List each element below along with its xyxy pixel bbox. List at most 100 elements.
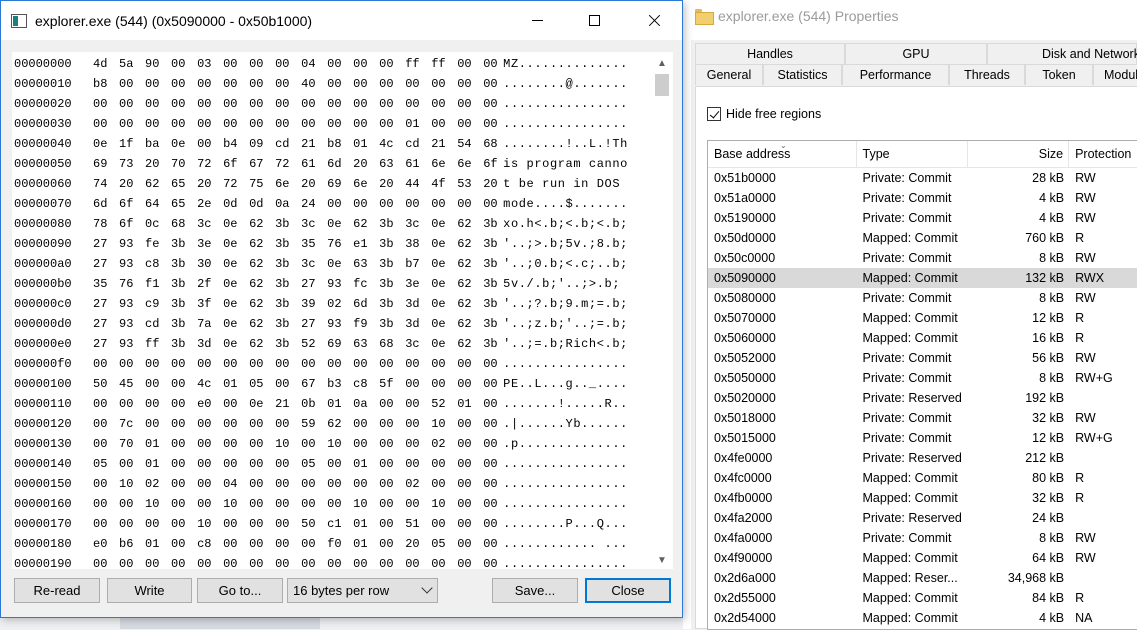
- region-row[interactable]: 0x5090000 Mapped: Commit 132 kB RWX: [708, 268, 1137, 288]
- hex-byte[interactable]: 3b: [483, 297, 499, 311]
- hex-byte[interactable]: 3d: [197, 337, 213, 351]
- hex-byte[interactable]: 3b: [275, 337, 291, 351]
- hex-byte[interactable]: 76: [327, 237, 343, 251]
- hex-byte[interactable]: 00: [405, 437, 421, 451]
- hex-byte[interactable]: 00: [483, 557, 499, 569]
- hex-byte[interactable]: 10: [353, 497, 369, 511]
- hex-byte[interactable]: 1f: [119, 137, 135, 151]
- hex-byte[interactable]: 74: [93, 177, 109, 191]
- hex-byte[interactable]: 00: [379, 57, 395, 71]
- hex-byte[interactable]: 10: [145, 497, 161, 511]
- hex-byte[interactable]: 00: [483, 417, 499, 431]
- hex-byte[interactable]: c8: [353, 377, 369, 391]
- hex-byte[interactable]: 00: [93, 97, 109, 111]
- hex-byte[interactable]: b8: [327, 137, 343, 151]
- hex-byte[interactable]: 3c: [301, 217, 317, 231]
- hex-byte[interactable]: 61: [301, 157, 317, 171]
- hex-byte[interactable]: 00: [379, 437, 395, 451]
- hex-byte[interactable]: 62: [249, 277, 265, 291]
- hex-byte[interactable]: 93: [119, 297, 135, 311]
- hex-byte[interactable]: 10: [431, 497, 447, 511]
- hex-byte[interactable]: 0b: [301, 397, 317, 411]
- hex-byte[interactable]: 00: [457, 197, 473, 211]
- hex-byte[interactable]: 00: [431, 457, 447, 471]
- hex-byte[interactable]: 00: [275, 57, 291, 71]
- bytes-per-row-select[interactable]: 16 bytes per row: [287, 578, 438, 603]
- hex-byte[interactable]: 00: [379, 457, 395, 471]
- hex-byte[interactable]: 00: [301, 497, 317, 511]
- reread-button[interactable]: Re-read: [14, 578, 100, 603]
- hex-byte[interactable]: 00: [197, 557, 213, 569]
- hex-byte[interactable]: 62: [457, 237, 473, 251]
- hex-byte[interactable]: 04: [223, 477, 239, 491]
- hex-byte[interactable]: 00: [379, 197, 395, 211]
- maximize-button[interactable]: [571, 1, 617, 40]
- hex-byte[interactable]: 93: [327, 277, 343, 291]
- hex-byte[interactable]: 00: [197, 497, 213, 511]
- hex-byte[interactable]: 00: [275, 97, 291, 111]
- vertical-scrollbar[interactable]: ▲ ▼: [651, 52, 673, 569]
- tab-performance[interactable]: Performance: [842, 64, 949, 85]
- hex-byte[interactable]: 69: [93, 157, 109, 171]
- hex-byte[interactable]: 3b: [171, 297, 187, 311]
- hex-byte[interactable]: 3b: [171, 277, 187, 291]
- hex-byte[interactable]: 93: [119, 237, 135, 251]
- hex-byte[interactable]: 00: [223, 357, 239, 371]
- hex-byte[interactable]: 62: [353, 217, 369, 231]
- hex-byte[interactable]: 00: [405, 497, 421, 511]
- hex-byte[interactable]: 00: [483, 357, 499, 371]
- hex-byte[interactable]: 50: [93, 377, 109, 391]
- hex-byte[interactable]: 5f: [379, 377, 395, 391]
- hex-byte[interactable]: 00: [223, 557, 239, 569]
- hex-byte[interactable]: 00: [249, 457, 265, 471]
- hex-byte[interactable]: 70: [119, 437, 135, 451]
- hex-byte[interactable]: 69: [327, 177, 343, 191]
- hex-byte[interactable]: 73: [119, 157, 135, 171]
- hex-byte[interactable]: 00: [275, 537, 291, 551]
- hex-byte[interactable]: 62: [457, 337, 473, 351]
- hex-byte[interactable]: 00: [171, 477, 187, 491]
- hex-byte[interactable]: 00: [353, 557, 369, 569]
- hex-byte[interactable]: 00: [327, 557, 343, 569]
- hex-byte[interactable]: 00: [431, 557, 447, 569]
- region-row[interactable]: 0x4fa2000 Private: Reserved 24 kB: [708, 508, 1137, 528]
- hex-byte[interactable]: 00: [119, 117, 135, 131]
- hex-byte[interactable]: 3e: [405, 277, 421, 291]
- hex-byte[interactable]: 00: [301, 537, 317, 551]
- hex-byte[interactable]: 00: [275, 557, 291, 569]
- hex-byte[interactable]: 0e: [431, 237, 447, 251]
- hex-byte[interactable]: c8: [145, 257, 161, 271]
- hex-byte[interactable]: 01: [353, 517, 369, 531]
- hex-byte[interactable]: 00: [379, 97, 395, 111]
- hex-byte[interactable]: 00: [171, 357, 187, 371]
- hex-byte[interactable]: 01: [353, 137, 369, 151]
- hex-byte[interactable]: 3b: [379, 277, 395, 291]
- hex-byte[interactable]: 03: [197, 57, 213, 71]
- hex-byte[interactable]: 00: [327, 457, 343, 471]
- hex-byte[interactable]: 62: [457, 217, 473, 231]
- hex-byte[interactable]: 3b: [483, 317, 499, 331]
- hex-byte[interactable]: 00: [301, 477, 317, 491]
- hex-byte[interactable]: 02: [405, 477, 421, 491]
- hex-byte[interactable]: 05: [93, 457, 109, 471]
- hex-byte[interactable]: 10: [197, 517, 213, 531]
- hex-byte[interactable]: 0e: [171, 137, 187, 151]
- hex-byte[interactable]: 6e: [353, 177, 369, 191]
- hex-byte[interactable]: 00: [353, 77, 369, 91]
- hex-byte[interactable]: 00: [145, 117, 161, 131]
- hex-byte[interactable]: 00: [93, 417, 109, 431]
- hex-byte[interactable]: 0e: [223, 237, 239, 251]
- hex-byte[interactable]: 00: [145, 377, 161, 391]
- hex-byte[interactable]: 6e: [431, 157, 447, 171]
- hex-byte[interactable]: 00: [119, 97, 135, 111]
- hex-byte[interactable]: 00: [275, 497, 291, 511]
- hex-byte[interactable]: 67: [249, 157, 265, 171]
- hex-byte[interactable]: 01: [405, 117, 421, 131]
- hex-byte[interactable]: 00: [171, 517, 187, 531]
- hex-byte[interactable]: 10: [275, 437, 291, 451]
- hex-byte[interactable]: 6f: [119, 217, 135, 231]
- hex-byte[interactable]: 00: [457, 117, 473, 131]
- hex-byte[interactable]: ba: [145, 137, 161, 151]
- hex-byte[interactable]: 20: [379, 177, 395, 191]
- hex-byte[interactable]: 10: [119, 477, 135, 491]
